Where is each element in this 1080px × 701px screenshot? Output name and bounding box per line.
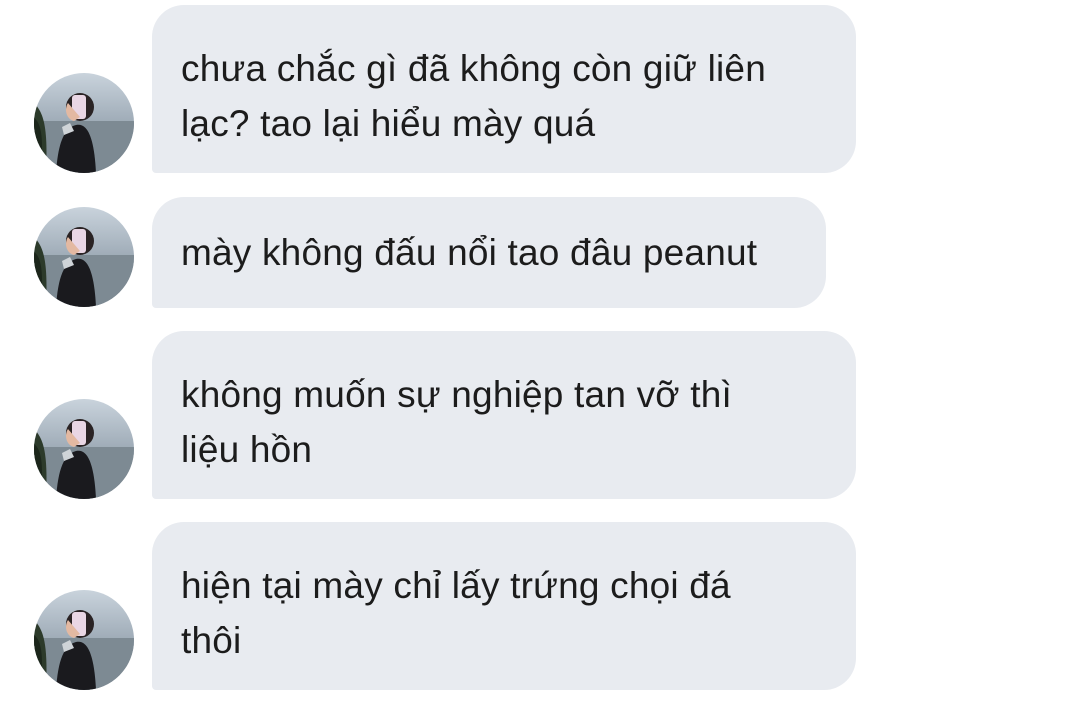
user-photo-icon [34,73,134,173]
message-bubble[interactable]: chưa chắc gì đã không còn giữ liên lạc? … [152,5,856,173]
user-photo-icon [34,399,134,499]
avatar[interactable] [34,73,134,173]
user-photo-icon [34,207,134,307]
message-bubble[interactable]: mày không đấu nổi tao đâu peanut [152,197,826,308]
avatar[interactable] [34,399,134,499]
user-photo-icon [34,590,134,690]
message-bubble[interactable]: hiện tại mày chỉ lấy trứng chọi đá thôi [152,522,856,690]
chat-thread: chưa chắc gì đã không còn giữ liên lạc? … [0,0,1080,701]
avatar[interactable] [34,590,134,690]
avatar[interactable] [34,207,134,307]
message-bubble[interactable]: không muốn sự nghiệp tan vỡ thì liệu hồn [152,331,856,499]
